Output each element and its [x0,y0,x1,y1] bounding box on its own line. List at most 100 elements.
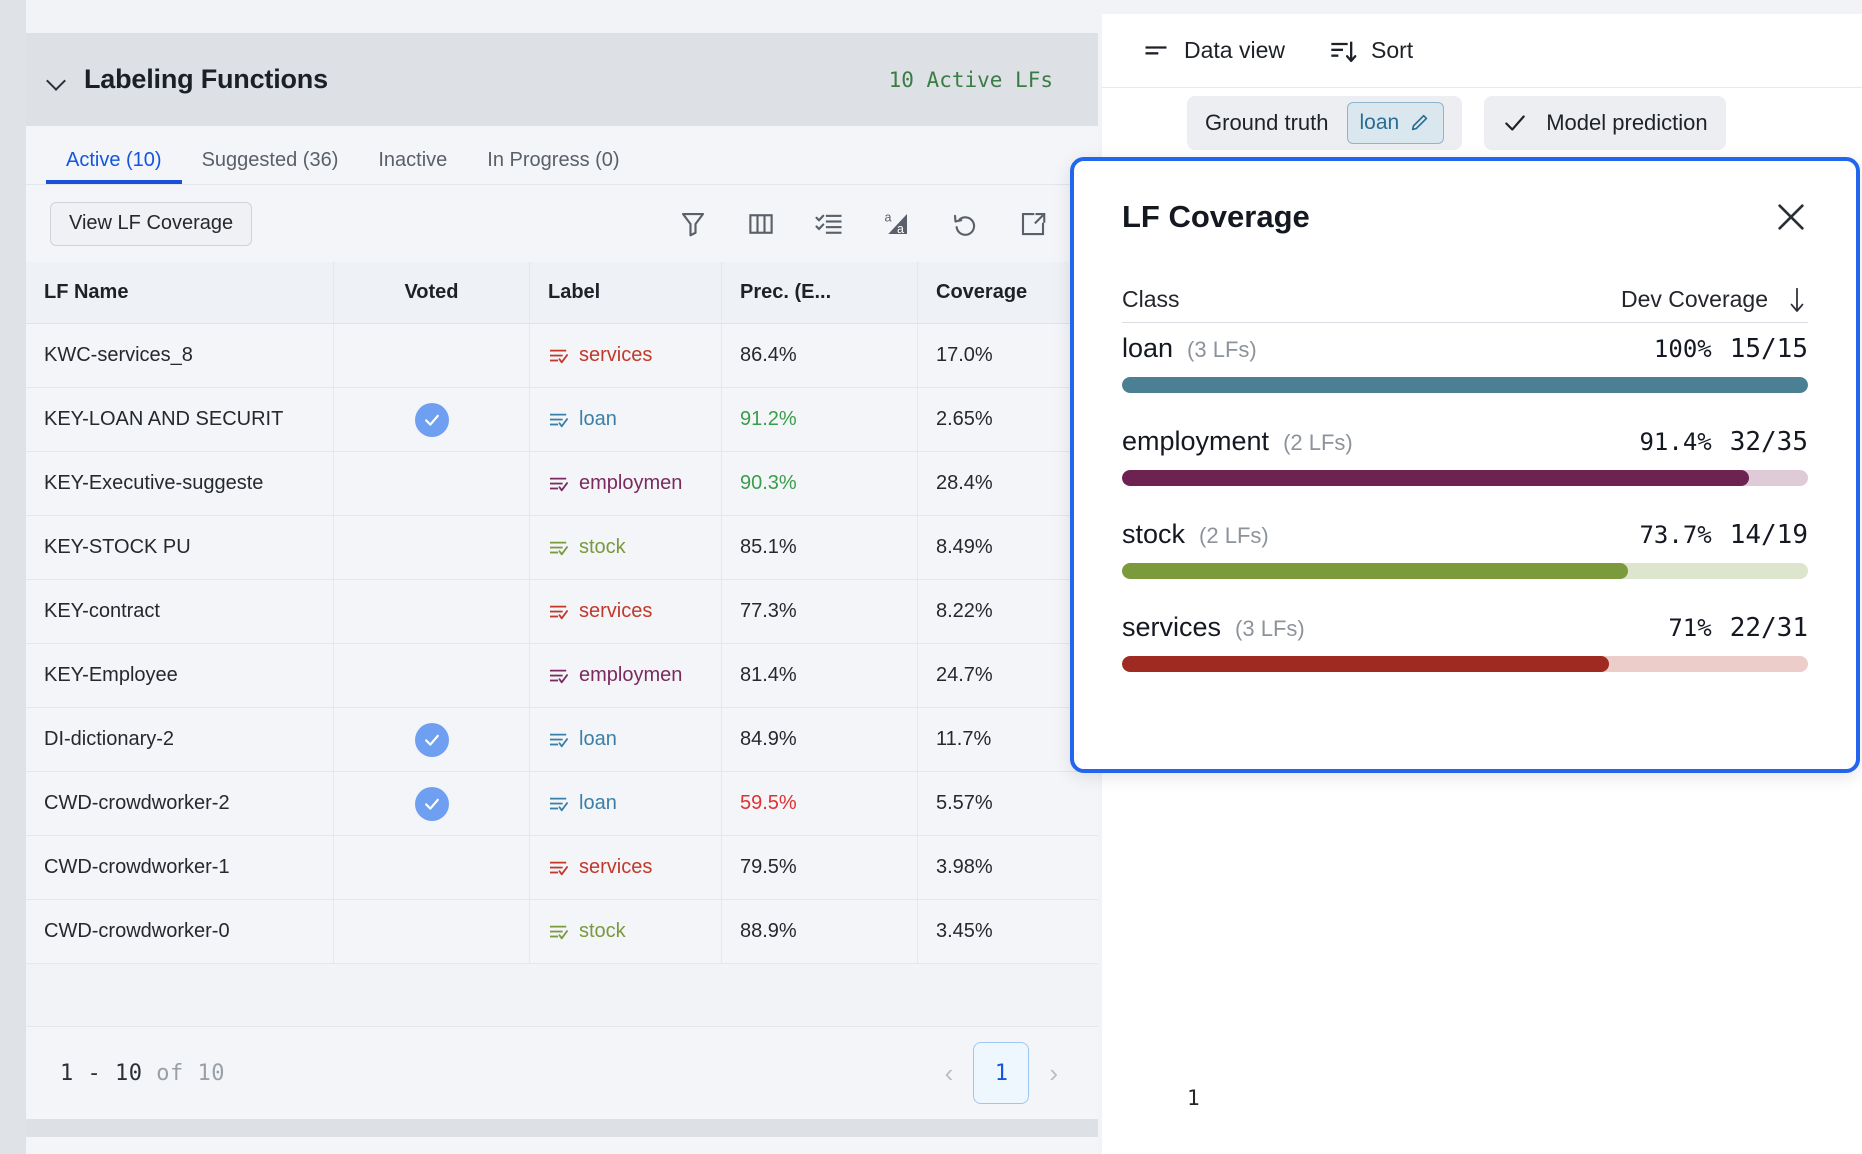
coverage-fraction: 22/31 [1729,613,1808,643]
label-chip: services [548,344,652,367]
model-prediction-chip[interactable]: Model prediction [1484,96,1726,150]
cell-voted [334,836,530,899]
lf-table: LF Name Voted Label Prec. (E... Coverage… [26,262,1098,964]
cell-precision: 88.9% [722,900,918,963]
ground-truth-value-text: loan [1359,111,1400,134]
page-1-button[interactable]: 1 [973,1042,1030,1104]
tab-suggested[interactable]: Suggested (36) [182,150,359,184]
coverage-fraction: 32/35 [1729,427,1808,457]
ground-truth-value[interactable]: loan [1346,102,1445,144]
cell-label: stock [530,516,722,579]
voted-check-icon [414,402,449,437]
active-lfs-count: 10 Active LFs [888,67,1053,92]
left-rail [0,0,26,1154]
coverage-bar-fill [1122,656,1610,672]
lf-name-text: KEY-LOAN AND SECURIT [44,408,284,430]
cell-label: services [530,836,722,899]
checklist-icon[interactable] [814,209,844,239]
cell-precision: 90.3% [722,452,918,515]
labeling-functions-header[interactable]: Labeling Functions 10 Active LFs [26,33,1098,126]
coverage-text: 28.4% [936,472,993,494]
table-row[interactable]: KWC-services_8 services 86.4% 17.0% [26,324,1098,388]
cell-lf-name: CWD-crowdworker-0 [26,900,334,963]
coverage-numbers: 71% 22/31 [1668,613,1808,643]
label-lines-icon [550,477,568,491]
table-row[interactable]: KEY-STOCK PU stock 85.1% 8.49% [26,516,1098,580]
chevron-right-icon[interactable]: › [1043,1060,1064,1086]
chevron-down-icon[interactable] [46,69,68,91]
cell-precision: 91.2% [722,388,918,451]
pagination-controls: ‹ 1 › [939,1042,1064,1104]
close-icon[interactable] [1774,200,1808,234]
coverage-class-name: employment [1122,426,1270,456]
lf-name-text: KEY-Executive-suggeste [44,472,264,494]
tab-inactive[interactable]: Inactive [358,150,467,184]
label-text: loan [579,408,617,430]
col-header-precision[interactable]: Prec. (E... [722,262,918,323]
ground-truth-chip[interactable]: Ground truth loan [1187,96,1463,150]
coverage-class-name: services [1122,612,1222,642]
tab-active[interactable]: Active (10) [46,150,182,184]
data-view-label: Data view [1184,37,1285,63]
col-header-label[interactable]: Label [530,262,722,323]
export-icon[interactable] [1018,209,1048,239]
pencil-icon[interactable] [1409,112,1431,134]
filter-icon[interactable] [678,209,708,239]
model-prediction-label: Model prediction [1546,110,1708,135]
coverage-bar-fill [1122,470,1749,486]
cell-precision: 86.4% [722,324,918,387]
cell-voted [334,708,530,771]
table-row[interactable]: KEY-LOAN AND SECURIT loan 91.2% 2.65% [26,388,1098,452]
label-lines-icon [550,925,568,939]
label-chip: services [548,856,652,879]
cell-label: services [530,324,722,387]
coverage-bar-track [1122,377,1808,393]
tab-in-progress[interactable]: In Progress (0) [467,150,639,184]
undo-icon[interactable] [950,209,980,239]
precision-text: 84.9% [740,728,797,750]
label-chip: stock [548,536,626,559]
cell-label: loan [530,772,722,835]
precision-text: 91.2% [740,408,797,430]
table-row[interactable]: CWD-crowdworker-2 loan 59.5% 5.57% [26,772,1098,836]
table-row[interactable]: CWD-crowdworker-1 services 79.5% 3.98% [26,836,1098,900]
label-chip: employmen [548,664,682,687]
chevron-left-icon[interactable]: ‹ [939,1060,960,1086]
pagination-range: 1 - 10 [60,1060,143,1086]
coverage-text: 5.57% [936,792,993,814]
panel-bottom-strip-2 [26,1137,1098,1154]
cell-label: employmen [530,644,722,707]
label-lines-icon [550,541,568,555]
col-header-lf-name[interactable]: LF Name [26,262,334,323]
label-text: services [579,600,653,622]
coverage-percent: 71% [1668,614,1712,642]
pagination: 1 - 10 of 10 ‹ 1 › [26,1026,1098,1119]
coverage-class-name: stock [1122,519,1186,549]
cell-precision: 81.4% [722,644,918,707]
coverage-item-header: loan (3 LFs) 100% 15/15 [1122,333,1808,364]
table-row[interactable]: KEY-contract services 77.3% 8.22% [26,580,1098,644]
table-row[interactable]: KEY-Employee employmen 81.4% 24.7% [26,644,1098,708]
sort-button[interactable]: Sort [1329,37,1413,65]
lf-name-text: KWC-services_8 [44,344,193,366]
precision-text: 88.9% [740,920,797,942]
cell-voted [334,324,530,387]
sort-alpha-icon[interactable]: a a [882,209,912,239]
ground-truth-label: Ground truth [1205,110,1329,135]
coverage-col-class[interactable]: Class [1122,286,1180,313]
view-lf-coverage-button[interactable]: View LF Coverage [50,201,253,246]
data-view-button[interactable]: Data view [1142,37,1285,65]
coverage-item-header: stock (2 LFs) 73.7% 14/19 [1122,519,1808,550]
col-header-voted[interactable]: Voted [334,262,530,323]
cell-voted [334,772,530,835]
cell-lf-name: KEY-LOAN AND SECURIT [26,388,334,451]
coverage-col-dev-coverage[interactable]: Dev Coverage [1621,286,1808,314]
table-row[interactable]: KEY-Executive-suggeste employmen 90.3% 28.4… [26,452,1098,516]
cell-label: loan [530,388,722,451]
table-row[interactable]: CWD-crowdworker-0 stock 88.9% 3.45% [26,900,1098,964]
table-row[interactable]: DI-dictionary-2 loan 84.9% 11.7% [26,708,1098,772]
label-lines-icon [550,413,568,427]
columns-icon[interactable] [746,209,776,239]
pagination-total: of 10 [156,1060,225,1086]
coverage-text: 11.7% [936,728,992,750]
